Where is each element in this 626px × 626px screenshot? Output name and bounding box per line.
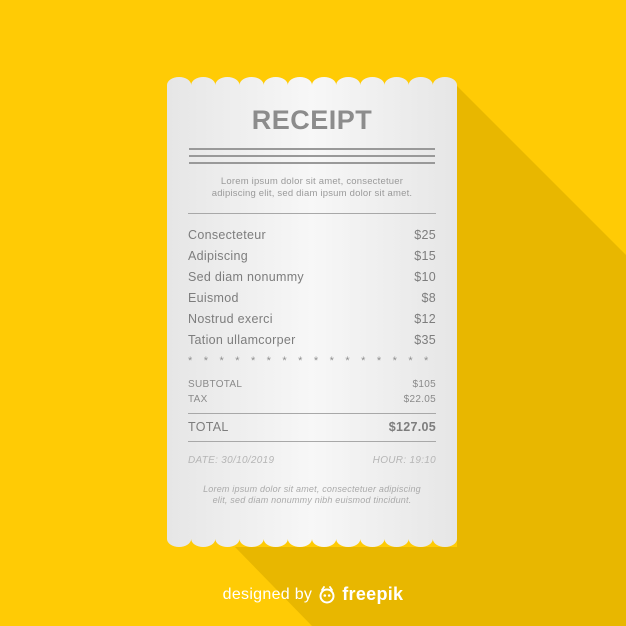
list-item: Euismod $8: [188, 288, 436, 309]
receipt-title: RECEIPT: [251, 105, 373, 135]
freepik-brand: freepik: [342, 584, 404, 604]
footer-text: Lorem ipsum dolor sit amet, consectetuer…: [191, 484, 433, 506]
item-name: Adipiscing: [188, 249, 248, 263]
freepik-logo-icon: [318, 585, 336, 604]
item-price: $10: [414, 270, 436, 284]
total-value: $127.05: [388, 420, 436, 434]
list-item: Adipiscing $15: [188, 246, 436, 267]
totals-block: SUBTOTAL $105 TAX $22.05: [188, 377, 436, 407]
item-price: $8: [421, 291, 436, 305]
hour-text: HOUR: 19:10: [372, 455, 436, 466]
item-name: Nostrud exerci: [188, 312, 273, 326]
date-hour-row: DATE: 30/10/2019 HOUR: 19:10: [188, 455, 436, 466]
item-name: Euismod: [188, 291, 239, 305]
item-name: Tation ullamcorper: [188, 333, 296, 347]
subtotal-label: SUBTOTAL: [188, 379, 243, 390]
item-list: Consecteteur $25 Adipiscing $15 Sed diam…: [188, 225, 436, 351]
title-rule-3: [189, 162, 435, 164]
subtotal-value: $105: [412, 379, 436, 390]
footer-line: elit, sed diam nonummy nibh euismod tinc…: [212, 495, 412, 505]
list-item: Consecteteur $25: [188, 225, 436, 246]
item-price: $25: [414, 228, 436, 242]
item-price: $35: [414, 333, 436, 347]
total-row: TOTAL $127.05: [188, 420, 436, 434]
intro-line: Lorem ipsum dolor sit amet, consectetuer: [220, 176, 404, 187]
title-rule-1: [189, 148, 435, 150]
credit-prefix: designed by: [222, 585, 313, 603]
item-price: $15: [414, 249, 436, 263]
separator-line: [188, 413, 436, 414]
item-name: Sed diam nonummy: [188, 270, 304, 284]
list-item: Tation ullamcorper $35: [188, 330, 436, 351]
separator-line: [188, 441, 436, 442]
title-rule-2: [189, 155, 435, 157]
footer-line: Lorem ipsum dolor sit amet, consectetuer…: [203, 484, 421, 494]
intro-text: Lorem ipsum dolor sit amet, consectetuer…: [191, 176, 433, 200]
tax-row: TAX $22.05: [188, 392, 436, 407]
credit-line: designed by freepik: [0, 584, 626, 605]
star-divider: * * * * * * * * * * * * * * * * *: [188, 355, 436, 367]
item-name: Consecteteur: [188, 228, 266, 242]
list-item: Nostrud exerci $12: [188, 309, 436, 330]
tax-label: TAX: [188, 394, 208, 405]
list-item: Sed diam nonummy $10: [188, 267, 436, 288]
date-text: DATE: 30/10/2019: [188, 455, 275, 466]
total-label: TOTAL: [188, 420, 229, 434]
separator-line: [188, 213, 436, 214]
intro-line: adipiscing elit, sed diam ipsum dolor si…: [211, 188, 413, 199]
subtotal-row: SUBTOTAL $105: [188, 377, 436, 392]
tax-value: $22.05: [403, 394, 436, 405]
receipt: RECEIPT Lorem ipsum dolor sit amet, cons…: [167, 77, 457, 547]
item-price: $12: [414, 312, 436, 326]
